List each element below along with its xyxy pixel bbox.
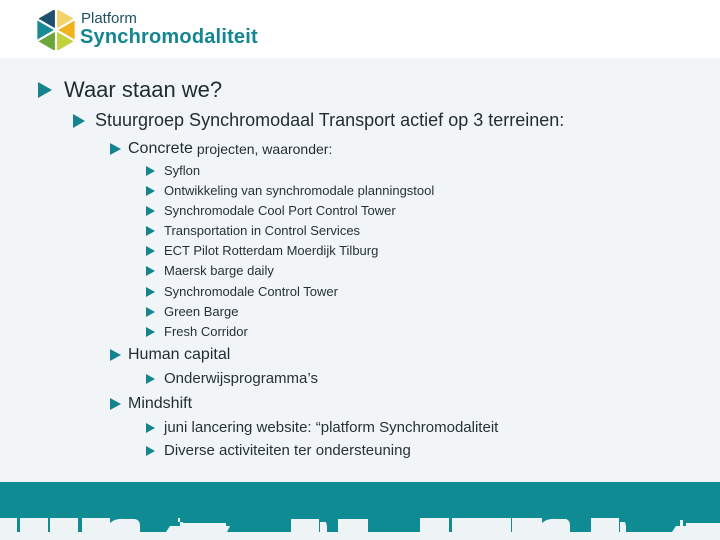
section-mindshift: Mindshift	[110, 395, 192, 413]
footer-transport-band	[0, 482, 720, 540]
tank-wagon-icon	[110, 518, 140, 532]
triangle-bullet-icon	[73, 113, 85, 128]
section-concrete: Concrete projecten, waaronder:	[110, 140, 332, 158]
triangle-bullet-icon	[110, 398, 121, 410]
list-item: Syflon	[146, 163, 200, 178]
train-wagon-icon	[20, 518, 48, 532]
triangle-bullet-icon	[146, 185, 155, 196]
train-wagon-icon	[82, 518, 110, 532]
list-item: ECT Pilot Rotterdam Moerdijk Tilburg	[146, 243, 378, 258]
list-item: Ontwikkeling van synchromodale plannings…	[146, 183, 434, 198]
logo-text-platform: Platform	[81, 10, 137, 27]
heading-waar-staan-we: Waar staan we?	[64, 77, 223, 102]
ground-strip	[0, 532, 720, 540]
train-wagon-icon	[512, 518, 542, 532]
triangle-bullet-icon	[146, 326, 155, 337]
bullet-level1: Waar staan we?	[38, 77, 222, 103]
triangle-bullet-icon	[146, 165, 155, 176]
truck-cab-icon	[620, 522, 626, 532]
section-title: Concrete	[128, 140, 193, 157]
list-item: Green Barge	[146, 304, 238, 319]
list-item: Synchromodale Cool Port Control Tower	[146, 203, 396, 218]
transport-silhouettes	[0, 518, 720, 540]
list-item-text: juni lancering website: “platform Synchr…	[164, 419, 499, 436]
list-item-text: ECT Pilot Rotterdam Moerdijk Tilburg	[164, 243, 379, 258]
triangle-bullet-icon	[146, 286, 155, 297]
truck-cab-icon	[320, 522, 327, 532]
list-item-text: Fresh Corridor	[164, 324, 248, 339]
section-title: Human capital	[128, 346, 231, 363]
train-wagon-icon	[0, 518, 17, 532]
triangle-bullet-icon	[110, 143, 121, 155]
header: Platform Synchromodaliteit	[0, 0, 720, 58]
list-item: juni lancering website: “platform Synchr…	[146, 419, 498, 436]
triangle-bullet-icon	[146, 225, 155, 236]
list-item-text: Maersk barge daily	[164, 263, 274, 278]
tank-wagon-icon	[542, 518, 570, 532]
section-subtitle: projecten, waaronder:	[196, 141, 333, 157]
list-item-text: Onderwijsprogramma’s	[164, 370, 318, 387]
ship-containers	[183, 523, 226, 526]
list-item-text: Transportation in Control Services	[164, 223, 361, 238]
list-item-text: Synchromodale Cool Port Control Tower	[164, 203, 396, 218]
train-wagon-icon	[420, 518, 449, 532]
list-item: Transportation in Control Services	[146, 223, 360, 238]
triangle-bullet-icon	[146, 205, 155, 216]
train-wagon-icon	[50, 518, 78, 532]
list-item-text: Ontwikkeling van synchromodale plannings…	[164, 183, 435, 198]
triangle-bullet-icon	[38, 82, 52, 98]
list-item: Onderwijsprogramma’s	[146, 370, 318, 387]
bullet-level2: Stuurgroep Synchromodaal Transport actie…	[73, 110, 564, 131]
truck-trailer-icon	[591, 518, 619, 532]
section-human-capital: Human capital	[110, 346, 230, 364]
truck-trailer-icon	[291, 519, 319, 532]
triangle-bullet-icon	[146, 245, 155, 256]
triangle-bullet-icon	[146, 265, 155, 276]
train-wagon-icon	[481, 518, 511, 532]
ship-containers	[686, 523, 720, 526]
triangle-bullet-icon	[146, 422, 155, 433]
section-title: Mindshift	[128, 395, 193, 412]
list-item-text: Synchromodale Control Tower	[164, 284, 338, 299]
train-wagon-icon	[452, 518, 481, 532]
list-item: Synchromodale Control Tower	[146, 284, 338, 299]
list-item: Fresh Corridor	[146, 324, 248, 339]
logo-text-synchromodaliteit: Synchromodaliteit	[80, 26, 258, 48]
logo-hexagon-icon	[37, 10, 75, 50]
triangle-bullet-icon	[110, 349, 121, 361]
stuurgroep-text: Stuurgroep Synchromodaal Transport actie…	[95, 110, 565, 130]
list-item: Maersk barge daily	[146, 263, 274, 278]
triangle-bullet-icon	[146, 306, 155, 317]
list-item-text: Syflon	[164, 163, 201, 178]
list-item: Diverse activiteiten ter ondersteuning	[146, 442, 411, 459]
triangle-bullet-icon	[146, 445, 155, 456]
truck-trailer-icon	[338, 519, 368, 532]
triangle-bullet-icon	[146, 373, 155, 384]
list-item-text: Green Barge	[164, 304, 239, 319]
list-item-text: Diverse activiteiten ter ondersteuning	[164, 442, 411, 459]
